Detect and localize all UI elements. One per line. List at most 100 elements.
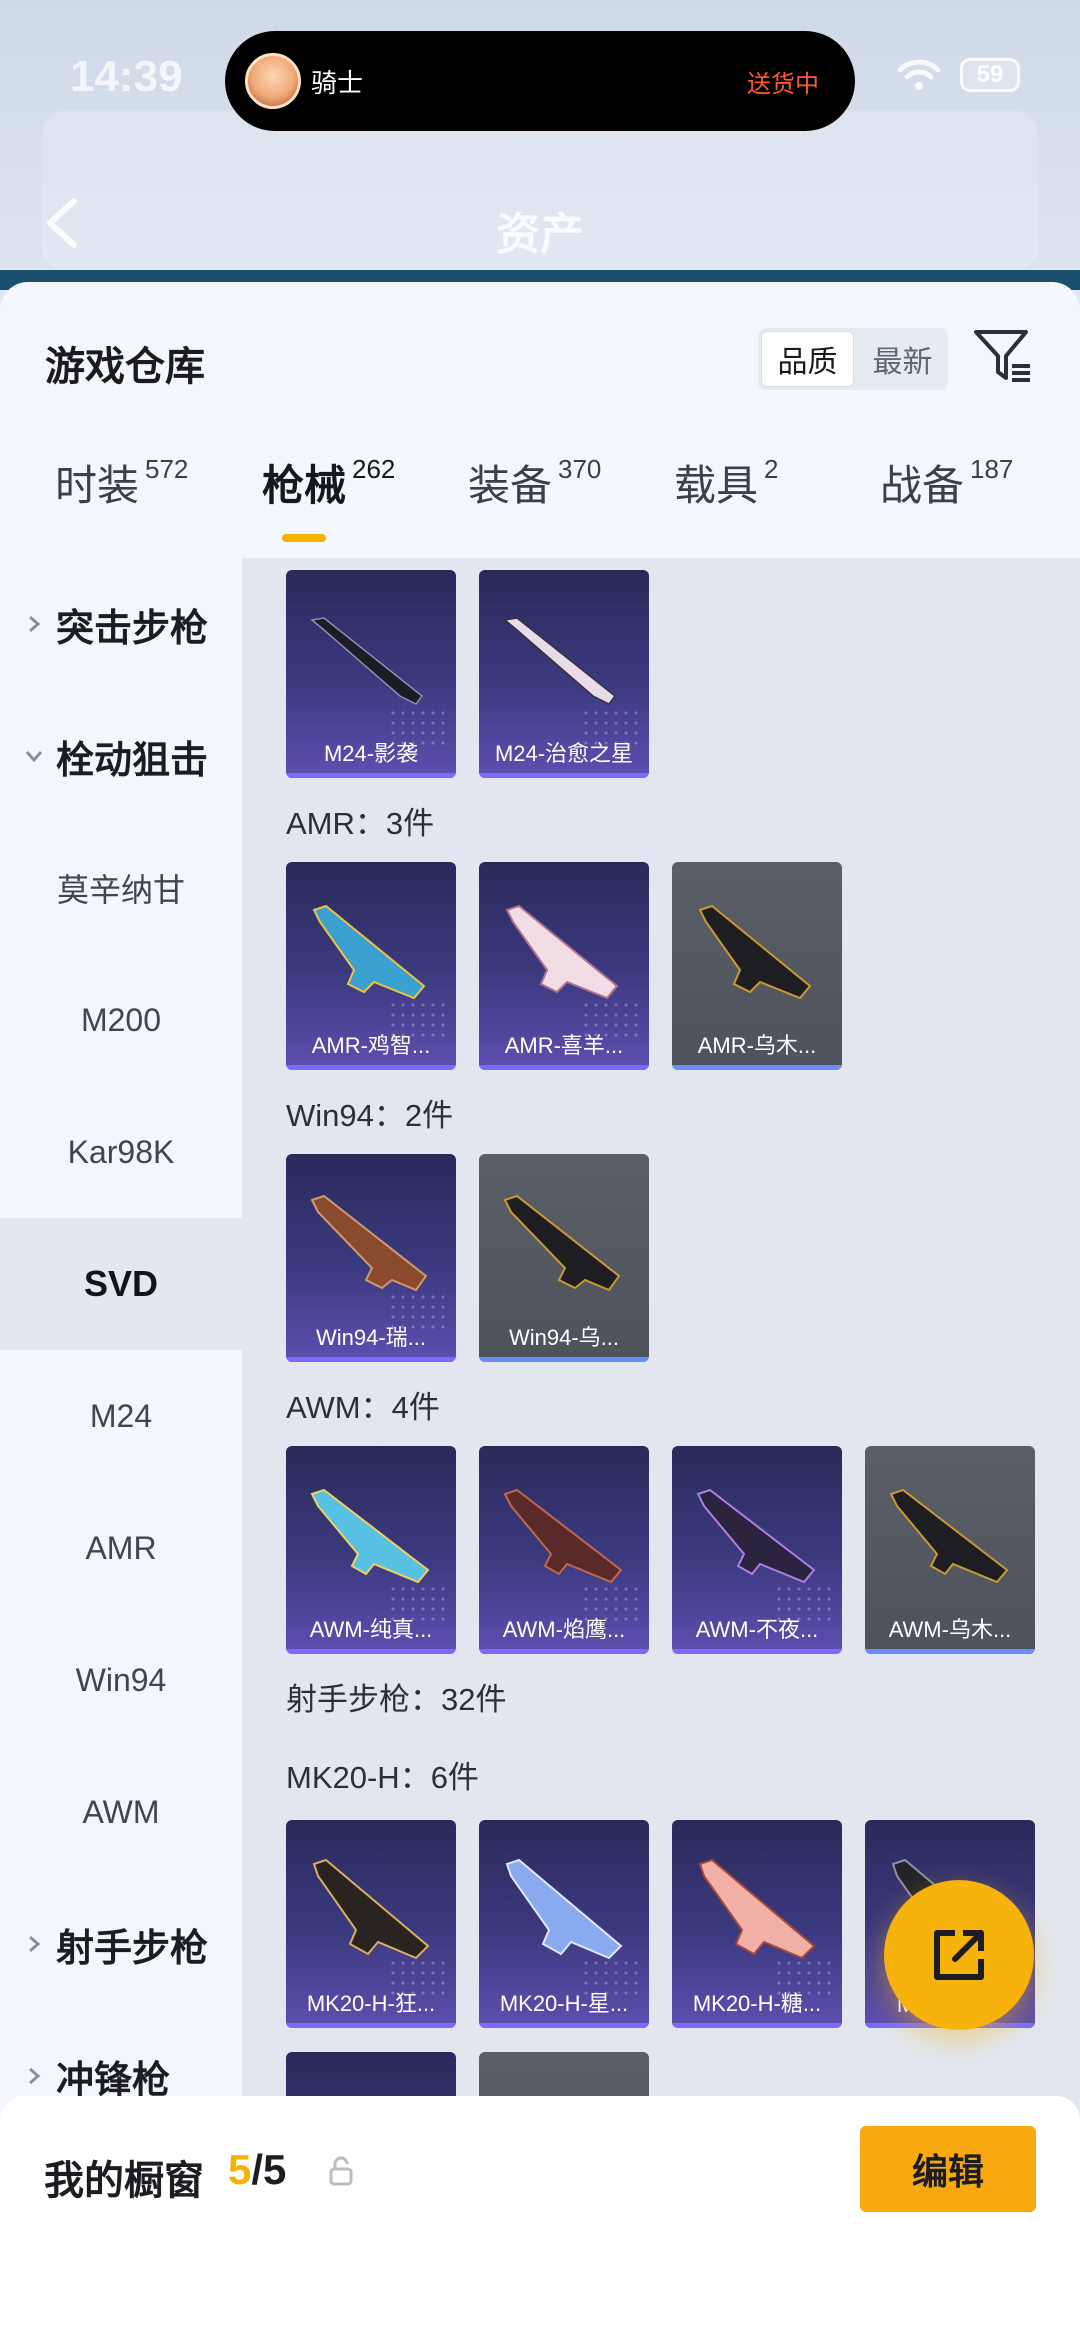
rarity-bar [865, 1649, 1035, 1654]
section-label-mk20: MK20-H：6件 [286, 1760, 479, 1795]
weapon-card-m24-shadow[interactable]: M24-影袭 [286, 570, 456, 778]
tab-label: 战备 [880, 462, 965, 509]
rifle-icon [310, 1194, 428, 1292]
sidebar-group-label: 射手步枪 [56, 1927, 209, 1970]
tab-equipment[interactable]: 装备 370 [468, 452, 601, 513]
weapon-card-awm-2[interactable]: AWM-焰鹰... [479, 1446, 649, 1654]
card-name: AMR-喜羊... [504, 1033, 624, 1058]
tab-firearms[interactable]: 枪械 262 [262, 452, 395, 513]
sort-option-quality[interactable]: 品质 [761, 331, 854, 387]
share-external-icon [934, 1930, 984, 1980]
share-fab-button[interactable] [884, 1880, 1034, 2030]
lock-icon [329, 2156, 353, 2186]
weapon-card-awm-1[interactable]: AWM-纯真... [286, 1446, 456, 1654]
rarity-bar [479, 773, 649, 778]
weapon-card-awm-3[interactable]: AWM-不夜... [672, 1446, 842, 1654]
status-indicators: 59 [896, 58, 1020, 92]
showcase-total: /5 [251, 2146, 287, 2193]
rarity-bar [672, 1065, 842, 1070]
weapon-card-mk20-3[interactable]: MK20-H-糖... [672, 1820, 842, 2028]
showcase-current: 5 [228, 2146, 252, 2193]
sidebar-item-amr[interactable]: AMR [0, 1482, 242, 1614]
marksman-rifle-icon [698, 1858, 816, 1960]
section-label-amr: AMR：3件 [286, 806, 435, 841]
chevron-down-icon [25, 751, 43, 763]
tab-count: 262 [352, 454, 396, 484]
marksman-rifle-icon [505, 1858, 623, 1960]
card-name: AWM-乌木... [888, 1617, 1012, 1642]
warehouse-sheet: 游戏仓库 品质 最新 时装 572 枪械 262 装备 370 载具 2 战备 … [0, 282, 1080, 2341]
status-time: 14:39 [70, 52, 183, 101]
tab-vehicles[interactable]: 载具 2 [674, 452, 778, 513]
rarity-bar [286, 1649, 456, 1654]
marksman-rifle-icon [312, 1858, 430, 1960]
weapon-card-win94-2[interactable]: Win94-乌... [479, 1154, 649, 1362]
sidebar-group-label: 栓动狙击 [56, 739, 209, 782]
weapon-card-awm-4[interactable]: AWM-乌木... [865, 1446, 1035, 1654]
sidebar-item-kar98k[interactable]: Kar98K [0, 1086, 242, 1218]
rifle-icon [503, 1194, 621, 1292]
tab-label: 时装 [55, 462, 140, 509]
sniper-rifle-icon [503, 617, 617, 705]
showcase-count: 5/5 [228, 2146, 286, 2194]
tab-count: 572 [145, 454, 189, 484]
card-name: AMR-鸡智... [311, 1033, 431, 1058]
tab-gear[interactable]: 战备 187 [880, 452, 1013, 513]
card-name: AWM-不夜... [695, 1617, 819, 1642]
card-name: AMR-乌木... [697, 1033, 817, 1058]
tab-count: 370 [558, 454, 602, 484]
sniper-rifle-icon [696, 1488, 816, 1584]
card-name: MK20-H-星... [499, 1991, 629, 2016]
rarity-bar [286, 1357, 456, 1362]
tab-count: 2 [764, 454, 779, 484]
card-name: M24-影袭 [323, 741, 419, 766]
sidebar-item-m24[interactable]: M24 [0, 1350, 242, 1482]
section-label-marksman: 射手步枪：32件 [286, 1682, 507, 1717]
sidebar-item-m200[interactable]: M200 [0, 954, 242, 1086]
active-tab-indicator [282, 534, 326, 542]
sniper-rifle-icon [310, 617, 424, 705]
sort-toggle: 品质 最新 [758, 328, 948, 390]
weapon-card-mk20-2[interactable]: MK20-H-星... [479, 1820, 649, 2028]
chevron-right-icon [29, 1935, 41, 1953]
category-tabs: 时装 572 枪械 262 装备 370 载具 2 战备 187 [0, 452, 1080, 562]
live-activity-pill[interactable]: 骑士 送货中 [225, 31, 855, 131]
sidebar-group-bolt-snipers[interactable]: 栓动狙击 [0, 690, 242, 822]
sidebar-item-awm[interactable]: AWM [0, 1746, 242, 1878]
sidebar-group-marksman-rifles[interactable]: 射手步枪 [0, 1878, 242, 2010]
sidebar-item-svd[interactable]: SVD [0, 1218, 242, 1350]
sidebar-item-mosin[interactable]: 莫辛纳甘 [0, 822, 242, 954]
sniper-rifle-icon [312, 904, 426, 1000]
sort-option-newest[interactable]: 最新 [857, 328, 948, 390]
live-activity-status: 送货中 [747, 70, 819, 98]
tab-label: 载具 [674, 462, 759, 509]
weapon-type-sidebar: 突击步枪 栓动狙击 莫辛纳甘 M200 Kar98K SVD M24 AMR W… [0, 558, 242, 2341]
filter-icon[interactable] [972, 326, 1034, 386]
tab-label: 装备 [468, 462, 553, 509]
weapon-card-win94-1[interactable]: Win94-瑞... [286, 1154, 456, 1362]
sidebar-group-assault-rifles[interactable]: 突击步枪 [0, 558, 242, 690]
tab-fashion[interactable]: 时装 572 [55, 452, 188, 513]
battery-icon: 59 [960, 58, 1020, 92]
card-name: MK20-H-糖... [692, 1991, 822, 2016]
warehouse-title: 游戏仓库 [45, 345, 205, 389]
section-label-win94: Win94：2件 [286, 1098, 454, 1133]
chevron-right-icon [29, 615, 41, 633]
sidebar-item-win94[interactable]: Win94 [0, 1614, 242, 1746]
sniper-rifle-icon [310, 1488, 430, 1584]
sniper-rifle-icon [503, 1488, 623, 1584]
weapon-card-amr-2[interactable]: AMR-喜羊... [479, 862, 649, 1070]
rarity-bar [672, 1649, 842, 1654]
card-name: MK20-H-狂... [306, 1991, 436, 2016]
weapon-card-mk20-1[interactable]: MK20-H-狂... [286, 1820, 456, 2028]
weapon-card-amr-1[interactable]: AMR-鸡智... [286, 862, 456, 1070]
weapon-grid: M24-影袭 M24-治愈之星 AMR：3件 AMR-鸡智... AMR-喜羊.… [242, 558, 1080, 2341]
sniper-rifle-icon [889, 1488, 1009, 1584]
card-name: AWM-焰鹰... [502, 1617, 626, 1642]
weapon-card-amr-3[interactable]: AMR-乌木... [672, 862, 842, 1070]
sniper-rifle-icon [698, 904, 812, 1000]
weapon-card-m24-healing-star[interactable]: M24-治愈之星 [479, 570, 649, 778]
edit-button[interactable]: 编辑 [860, 2126, 1036, 2212]
card-name: Win94-瑞... [315, 1325, 427, 1350]
sniper-rifle-icon [505, 904, 619, 1000]
